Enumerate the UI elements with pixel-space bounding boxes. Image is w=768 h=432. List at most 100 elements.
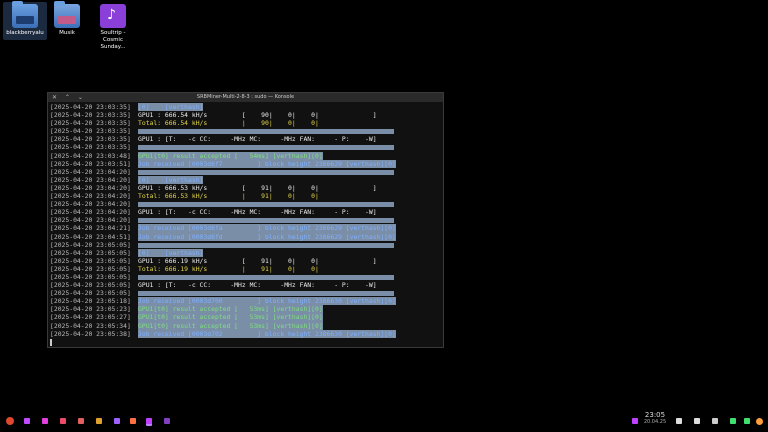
desktop-icon-label: Musik (59, 30, 75, 36)
app-icon[interactable] (24, 418, 30, 424)
terminal-line: [2025-04-20 23:04:20] Total: 666.53 kH/s … (50, 192, 441, 200)
terminal-cursor (50, 338, 52, 346)
separator-bar (138, 291, 394, 297)
terminal-line: [2025-04-20 23:03:35] Total: 666.54 kH/s … (50, 119, 441, 127)
log-timestamp: [2025-04-20 23:04:20] (50, 192, 131, 201)
log-timestamp: [2025-04-20 23:04:51] (50, 232, 131, 241)
log-timestamp: [2025-04-20 23:05:05] (50, 264, 131, 273)
terminal-line: [2025-04-20 23:04:21] Job received [0003d… (50, 224, 441, 233)
battery-icon[interactable] (712, 418, 718, 424)
log-text: [0] [verthash] (138, 175, 204, 184)
separator-bar (138, 145, 394, 151)
application-launcher-icon[interactable] (6, 417, 14, 425)
volume-icon[interactable] (694, 418, 700, 424)
app-icon[interactable] (164, 418, 170, 424)
desktop-icon-label: blackberryalu (6, 30, 44, 36)
terminal-line: [2025-04-20 23:03:35] (50, 143, 441, 151)
desktop-icon-label: Soultrip - Cosmic Sunday... (100, 30, 126, 50)
log-timestamp: [2025-04-20 23:04:20] (50, 183, 131, 192)
app-icon[interactable] (42, 418, 48, 424)
separator-bar (138, 202, 394, 208)
desktop-icon-blackberryalu[interactable]: blackberryalu (3, 1, 47, 40)
log-timestamp: [2025-04-20 23:03:35] (50, 143, 131, 152)
app-icon[interactable] (96, 418, 102, 424)
terminal-line: [2025-04-20 23:05:38] Job received [0003d… (50, 329, 441, 338)
log-text: GPU1[t0] result accepted [ 53ms] [vertha… (138, 321, 323, 330)
terminal-line: [2025-04-20 23:03:48] GPU1[t0] result acc… (50, 151, 441, 160)
terminal-icon[interactable] (146, 418, 152, 426)
desktop-icon-soultrip[interactable]: Soultrip - Cosmic Sunday... (90, 2, 136, 51)
window-titlebar[interactable]: ✕ ⌃ ⌄ SRBMiner-Multi-2-8-3 : sudo — Kons… (48, 93, 443, 102)
terminal-line: [2025-04-20 23:04:20] GPU1 : 666.53 kH/s … (50, 184, 441, 192)
desktop-icon-musik[interactable]: Musik (45, 1, 89, 37)
log-timestamp: [2025-04-20 23:05:05] (50, 248, 131, 257)
terminal-output[interactable]: [2025-04-20 23:03:35] [0] [verthash] [2025… (48, 102, 443, 347)
log-timestamp: [2025-04-20 23:04:20] (50, 175, 131, 184)
terminal-line: [2025-04-20 23:05:23] GPU1[t0] result acc… (50, 305, 441, 314)
terminal-line: [2025-04-20 23:05:18] Job received [0003d… (50, 297, 441, 306)
terminal-line: [2025-04-20 23:03:51] Job received [0003d… (50, 159, 441, 168)
log-timestamp: [2025-04-20 23:04:20] (50, 200, 131, 209)
separator-bar (138, 274, 394, 280)
terminal-line: [2025-04-20 23:05:05] GPU1 : 666.19 kH/s … (50, 257, 441, 265)
separator-bar (138, 242, 394, 248)
terminal-line: [2025-04-20 23:03:35] GPU1 : 666.54 kH/s … (50, 111, 441, 119)
terminal-line: [2025-04-20 23:05:05] (50, 241, 441, 249)
log-text: Job received [0003d6fa ] block height 23… (138, 224, 396, 233)
terminal-line: [2025-04-20 23:04:20] (50, 168, 441, 176)
log-timestamp: [2025-04-20 23:05:34] (50, 321, 131, 330)
log-timestamp: [2025-04-20 23:03:35] (50, 103, 131, 111)
battery-icon[interactable] (744, 418, 750, 424)
log-timestamp: [2025-04-20 23:05:05] (50, 256, 131, 265)
log-timestamp: [2025-04-20 23:03:51] (50, 159, 131, 168)
log-text: GPU1[t0] result accepted [ 54ms] [vertha… (138, 151, 323, 160)
terminal-line: [2025-04-20 23:05:05] (50, 273, 441, 281)
log-text: Total: 666.19 kH/s | 91| 0| 0| (138, 264, 319, 273)
clock-time: 23:05 (644, 411, 666, 419)
log-text: GPU1 : [T: -c CC: -MHz MC: -MHz FAN: - P… (138, 208, 377, 217)
window-title: SRBMiner-Multi-2-8-3 : sudo — Konsole (196, 94, 295, 100)
app-icon[interactable] (130, 418, 136, 424)
terminal-line: [2025-04-20 23:05:05] Total: 666.19 kH/s … (50, 265, 441, 273)
terminal-line: [2025-04-20 23:05:34] GPU1[t0] result acc… (50, 321, 441, 330)
log-timestamp: [2025-04-20 23:05:05] (50, 289, 131, 298)
wifi-icon[interactable] (730, 418, 736, 424)
log-text: GPU1 : 666.53 kH/s [ 91| 0| 0| ] (138, 183, 377, 192)
separator-bar (138, 129, 394, 135)
log-timestamp: [2025-04-20 23:03:35] (50, 135, 131, 144)
terminal-line: [2025-04-20 23:04:51] Job received [0003d… (50, 232, 441, 241)
log-timestamp: [2025-04-20 23:03:35] (50, 119, 131, 128)
log-timestamp: [2025-04-20 23:05:23] (50, 305, 131, 314)
window-controls[interactable]: ✕ ⌃ ⌄ (52, 93, 86, 102)
konsole-window[interactable]: ✕ ⌃ ⌄ SRBMiner-Multi-2-8-3 : sudo — Kons… (47, 92, 444, 348)
app-icon[interactable] (78, 418, 84, 424)
log-text: [0] [verthash] (138, 103, 204, 112)
terminal-line: [2025-04-20 23:05:05] GPU1 : [T: -c CC: -… (50, 281, 441, 289)
log-text: GPU1 : 666.54 kH/s [ 90| 0| 0| ] (138, 111, 377, 120)
log-text: Job received [0003d702 ] block height 23… (138, 329, 396, 338)
terminal-line: [2025-04-20 23:03:35] [0] [verthash] (50, 103, 441, 112)
terminal-line: [2025-04-20 23:05:05] [0] [verthash] (50, 248, 441, 257)
log-timestamp: [2025-04-20 23:05:05] (50, 272, 131, 281)
log-text: Job received [0003d6fd ] block height 23… (138, 232, 396, 241)
clock[interactable]: 23:05 20.04.25 (642, 411, 668, 425)
log-timestamp: [2025-04-20 23:05:38] (50, 329, 131, 338)
bluetooth-icon[interactable] (632, 418, 638, 424)
log-text: Total: 666.53 kH/s | 91| 0| 0| (138, 192, 319, 201)
terminal-line: [2025-04-20 23:03:35] GPU1 : [T: -c CC: -… (50, 135, 441, 143)
terminal-line: [2025-04-20 23:03:35] (50, 127, 441, 135)
log-text: Job received [0003d700 ] block height 23… (138, 297, 396, 306)
log-text: [0] [verthash] (138, 248, 204, 257)
log-timestamp: [2025-04-20 23:05:27] (50, 313, 131, 322)
power-icon[interactable] (756, 418, 763, 425)
app-icon[interactable] (60, 418, 66, 424)
log-text: GPU1[t0] result accepted [ 53ms] [vertha… (138, 305, 323, 314)
app-icon[interactable] (114, 418, 120, 424)
folder-icon (12, 1, 38, 28)
log-timestamp: [2025-04-20 23:03:35] (50, 111, 131, 120)
terminal-line: [2025-04-20 23:04:20] [0] [verthash] (50, 175, 441, 184)
terminal-line: [2025-04-20 23:05:27] GPU1[t0] result acc… (50, 313, 441, 322)
log-text: Job received [0003d6f7 ] block height 23… (138, 159, 396, 168)
volume-icon[interactable] (676, 418, 682, 424)
log-text: GPU1 : [T: -c CC: -MHz MC: -MHz FAN: - P… (138, 281, 377, 290)
